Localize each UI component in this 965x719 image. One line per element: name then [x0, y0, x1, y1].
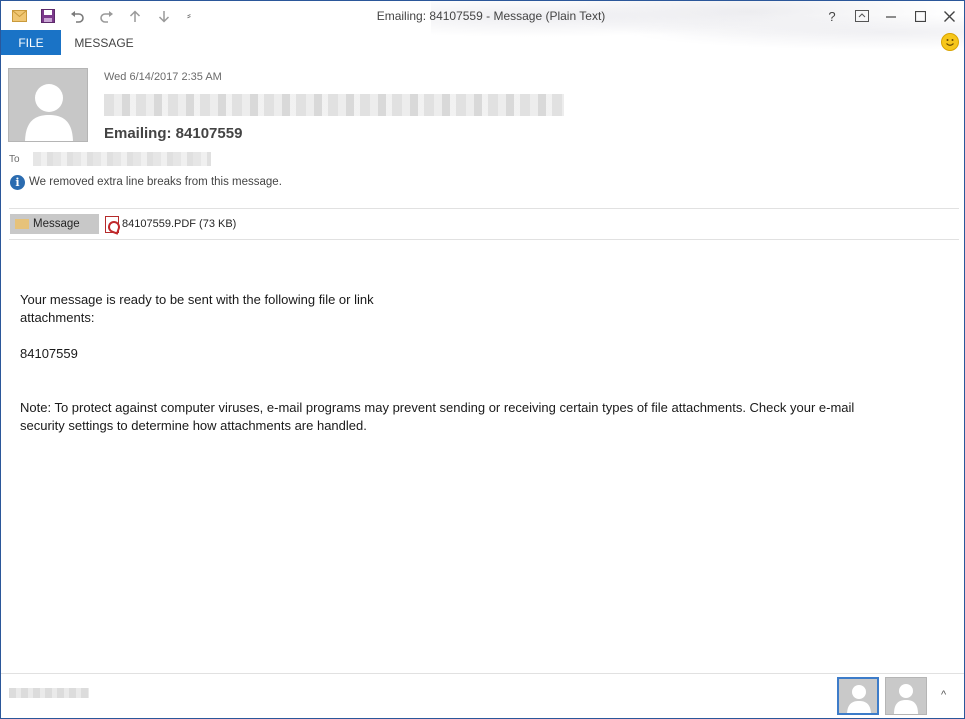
divider	[9, 208, 959, 209]
people-avatar-selected[interactable]	[837, 677, 879, 715]
info-bar-text[interactable]: We removed extra line breaks from this m…	[29, 176, 282, 188]
people-avatar[interactable]	[885, 677, 927, 715]
pdf-attachment[interactable]: 84107559.PDF (73 KB)	[105, 214, 236, 234]
save-icon[interactable]	[38, 6, 58, 26]
smiley-feedback-icon[interactable]	[941, 33, 959, 51]
body-line: Your message is ready to be sent with th…	[20, 292, 374, 307]
undo-icon[interactable]	[67, 6, 87, 26]
redo-icon[interactable]	[96, 6, 116, 26]
sender-avatar[interactable]	[8, 68, 88, 142]
recipient-redacted	[33, 152, 211, 166]
body-line: Note: To protect against computer viruse…	[20, 400, 855, 415]
tab-message[interactable]: MESSAGE	[67, 30, 141, 55]
divider	[9, 239, 959, 240]
people-pane-redacted	[9, 688, 89, 698]
ribbon-tabs: FILE MESSAGE	[1, 30, 964, 55]
mail-icon[interactable]	[9, 6, 29, 26]
attachment-name: 84107559.PDF (73 KB)	[122, 218, 237, 230]
expand-people-pane-icon[interactable]: ^	[941, 689, 946, 701]
tab-file[interactable]: FILE	[1, 30, 61, 55]
down-arrow-icon[interactable]	[154, 6, 174, 26]
people-pane-divider	[1, 673, 964, 674]
message-subject: Emailing: 84107559	[104, 125, 243, 142]
body-line: 84107559	[20, 346, 78, 361]
body-line: security settings to determine how attac…	[20, 418, 367, 433]
sent-date: Wed 6/14/2017 2:35 AM	[104, 71, 222, 83]
title-bar: ⸗ Emailing: 84107559 - Message (Plain Te…	[1, 1, 964, 53]
minimize-button[interactable]	[879, 5, 903, 27]
sender-redacted	[104, 94, 564, 116]
window-title: Emailing: 84107559 - Message (Plain Text…	[376, 9, 606, 23]
maximize-button[interactable]	[908, 5, 932, 27]
customize-icon[interactable]: ⸗	[179, 6, 199, 26]
pdf-icon	[105, 215, 119, 233]
close-button[interactable]	[937, 5, 961, 27]
help-button[interactable]: ?	[820, 5, 844, 27]
body-line: attachments:	[20, 310, 95, 325]
to-label: To	[9, 154, 20, 165]
envelope-icon	[15, 219, 29, 229]
message-tab-label: Message	[33, 218, 80, 230]
outlook-message-window: ⸗ Emailing: 84107559 - Message (Plain Te…	[0, 0, 965, 719]
up-arrow-icon[interactable]	[125, 6, 145, 26]
ribbon-display-button[interactable]	[850, 5, 874, 27]
message-attachment-tab[interactable]: Message	[10, 214, 99, 234]
info-icon: i	[10, 175, 25, 190]
